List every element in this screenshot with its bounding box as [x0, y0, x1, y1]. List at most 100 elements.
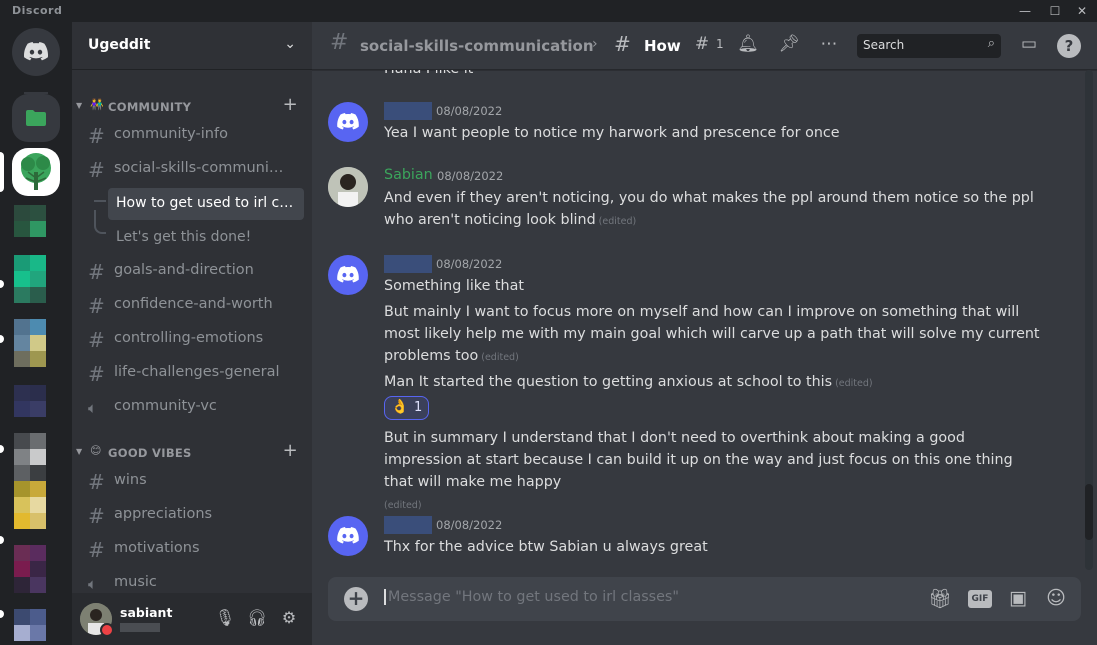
message-body: Man It started the question to getting a…	[384, 374, 833, 390]
bell-icon[interactable]: 🔔︎	[736, 34, 760, 58]
timestamp: 08/08/2022	[437, 169, 504, 183]
channel-life-challenges-general[interactable]: # life-challenges-general	[80, 358, 304, 390]
unread-dot	[0, 335, 4, 343]
chevron-down-icon: ▼	[76, 447, 83, 456]
gift-icon[interactable]: 🎁︎	[928, 587, 952, 611]
avatar[interactable]	[328, 516, 368, 556]
message-text: Yea I want people to notice my harwork a…	[384, 125, 840, 141]
channel-controlling-emotions[interactable]: # controlling-emotions	[80, 324, 304, 356]
close-button[interactable]: ✕	[1067, 0, 1097, 22]
chevron-down-icon: ⌄	[284, 36, 296, 52]
discord-logo-icon	[24, 42, 48, 61]
thread-active[interactable]: How to get used to irl classes	[108, 188, 304, 220]
reaction-count: 1	[414, 400, 423, 415]
maximize-button[interactable]: ☐	[1040, 0, 1070, 22]
timestamp: 08/08/2022	[436, 104, 503, 118]
channel-confidence-and-worth[interactable]: # confidence-and-worth	[80, 290, 304, 322]
help-icon[interactable]: ?	[1057, 34, 1081, 58]
message-text: Thx for the advice btw Sabian u always g…	[384, 539, 708, 555]
thread-lets-get-done[interactable]: Let's get this done!	[108, 222, 304, 254]
channel-label: community-info	[114, 126, 228, 142]
message-text: Something like that	[384, 278, 524, 294]
avatar[interactable]	[328, 102, 368, 142]
microphone-icon[interactable]: 🎙︎	[214, 608, 236, 630]
server-ugeddit[interactable]	[12, 148, 60, 196]
channel-community-vc[interactable]: 🔈︎ community-vc	[80, 392, 304, 424]
text-channel-icon: #	[88, 124, 105, 148]
thread-channel-icon: #	[88, 260, 105, 284]
headphones-icon[interactable]: 🎧︎	[246, 608, 268, 630]
avatar[interactable]	[328, 167, 368, 207]
gif-button[interactable]: GIF	[968, 590, 992, 608]
thread-label: Let's get this done!	[116, 229, 252, 245]
message-body: And even if they aren't noticing, you do…	[384, 190, 1034, 228]
search-box[interactable]: ⌕	[857, 34, 1001, 58]
thread-channel-icon: #	[330, 30, 349, 55]
timestamp: 08/08/2022	[436, 257, 503, 271]
channel-label: appreciations	[114, 506, 213, 522]
reaction-button[interactable]: 👌 1	[384, 396, 429, 420]
edited-label: (edited)	[384, 500, 422, 511]
edited-label: (edited)	[835, 378, 873, 389]
channel-community-info[interactable]: # community-info	[80, 120, 304, 152]
folder-icon	[26, 110, 46, 126]
message-author[interactable]: Sabian	[384, 167, 433, 183]
tree-logo-icon	[21, 153, 51, 190]
app-name: Discord	[12, 4, 63, 17]
username-redacted[interactable]	[384, 516, 432, 534]
category-label: GOOD VIBES	[108, 446, 192, 460]
channel-goals-and-direction[interactable]: # goals-and-direction	[80, 256, 304, 288]
channel-social-skills[interactable]: # social-skills-communication	[80, 154, 304, 186]
add-channel-icon[interactable]: +	[283, 94, 298, 115]
message-list: Haha I like it 08/08/2022 Yea I want peo…	[312, 70, 1097, 570]
username: sabiant	[120, 605, 173, 620]
threads-icon[interactable]: #	[690, 34, 714, 58]
scroll-thumb[interactable]	[1085, 484, 1093, 540]
username-redacted[interactable]	[384, 255, 432, 273]
category-good-vibes[interactable]: ▼ 😊 GOOD VIBES +	[76, 440, 308, 464]
home-button[interactable]	[12, 28, 60, 76]
main-chat: # social-skills-communication › # How # …	[312, 22, 1097, 645]
channel-label: motivations	[114, 540, 200, 556]
pin-icon[interactable]: 📌︎	[777, 34, 801, 58]
thread-connector	[94, 196, 106, 202]
speaker-icon: 🔈︎	[88, 575, 98, 593]
more-options-icon[interactable]: ⋯	[817, 34, 841, 58]
avatar[interactable]	[328, 255, 368, 295]
username-redacted[interactable]	[384, 102, 432, 120]
message-input[interactable]	[384, 589, 904, 605]
sticker-icon[interactable]: ▣	[1006, 587, 1030, 611]
channel-label: goals-and-direction	[114, 262, 254, 278]
unread-dot	[0, 445, 4, 453]
scrollbar[interactable]	[1085, 70, 1093, 570]
user-panel: sabiant 🎙︎ 🎧︎ ⚙	[72, 593, 312, 645]
add-channel-icon[interactable]: +	[283, 440, 298, 461]
emoji-icon[interactable]: ☺	[1044, 587, 1068, 611]
message-body: But in summary I understand that I don't…	[384, 430, 1013, 490]
title-bar: Discord — ☐ ✕	[0, 0, 1097, 22]
search-input[interactable]	[863, 38, 973, 52]
channel-label: life-challenges-general	[114, 364, 280, 380]
selected-pill	[0, 152, 4, 192]
minimize-button[interactable]: —	[1010, 0, 1040, 22]
channel-motivations[interactable]: # motivations	[80, 534, 304, 566]
server-folder[interactable]	[12, 94, 60, 142]
timestamp: 08/08/2022	[436, 518, 503, 532]
breadcrumb-separator: ›	[592, 36, 598, 52]
channel-appreciations[interactable]: # appreciations	[80, 500, 304, 532]
text-channel-icon: #	[88, 504, 105, 528]
header-channel-name[interactable]: social-skills-communication	[360, 37, 594, 55]
chevron-down-icon: ▼	[76, 101, 83, 110]
channel-label: social-skills-communication	[114, 160, 284, 176]
inbox-icon[interactable]: ▭	[1017, 34, 1041, 58]
text-channel-icon: #	[88, 328, 105, 352]
thread-count: 1	[716, 37, 724, 51]
plus-icon[interactable]: +	[344, 587, 368, 611]
search-icon: ⌕	[987, 36, 995, 51]
channel-wins[interactable]: # wins	[80, 466, 304, 498]
gear-icon[interactable]: ⚙	[278, 608, 300, 630]
category-emoji: 👫	[90, 98, 104, 111]
server-header[interactable]: Ugeddit ⌄	[72, 22, 312, 70]
blurred-server-icons	[14, 205, 58, 645]
category-community[interactable]: ▼ 👫 COMMUNITY +	[76, 94, 308, 118]
